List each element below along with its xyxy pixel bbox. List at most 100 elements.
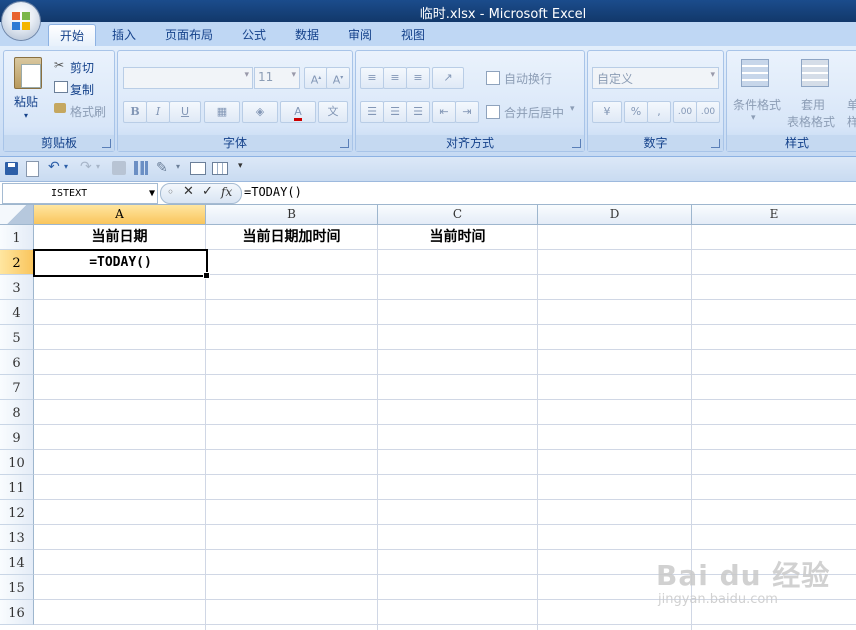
number-launcher-icon[interactable] xyxy=(711,139,720,148)
row-header-6[interactable]: 6 xyxy=(0,350,34,375)
chart-icon[interactable] xyxy=(134,161,148,175)
sort-icon[interactable] xyxy=(112,161,126,175)
row-header-4[interactable]: 4 xyxy=(0,300,34,325)
tab-view[interactable]: 视图 xyxy=(393,24,433,46)
customize-toolbar-icon[interactable]: ▾ xyxy=(238,161,243,171)
cell-b1[interactable]: 当前日期加时间 xyxy=(206,225,377,249)
comma-button[interactable]: , xyxy=(647,101,671,123)
expand-icon[interactable]: ◦ xyxy=(167,185,174,199)
column-header-d[interactable]: D xyxy=(538,205,692,225)
cancel-icon[interactable]: ✕ xyxy=(183,184,194,199)
row-header-11[interactable]: 11 xyxy=(0,475,34,500)
cut-button[interactable]: 剪切 xyxy=(70,59,94,76)
alignment-launcher-icon[interactable] xyxy=(572,139,581,148)
formula-input[interactable]: =TODAY() xyxy=(244,183,854,202)
undo-dropdown-icon[interactable]: ▾ xyxy=(64,162,68,171)
paste-icon[interactable] xyxy=(14,57,42,89)
row-header-1[interactable]: 1 xyxy=(0,225,34,250)
row-header-15[interactable]: 15 xyxy=(0,575,34,600)
table-format-button[interactable]: 表格格式 xyxy=(787,113,835,130)
align-left-button[interactable]: ☰ xyxy=(360,101,384,123)
chevron-down-icon[interactable]: ▾ xyxy=(176,162,180,171)
tab-formulas[interactable]: 公式 xyxy=(234,24,274,46)
grow-font-button[interactable]: A▴ xyxy=(304,67,328,89)
tab-page-layout[interactable]: 页面布局 xyxy=(158,24,220,46)
cut-icon[interactable]: ✂ xyxy=(54,58,64,72)
new-document-icon[interactable] xyxy=(26,161,39,177)
row-header-9[interactable]: 9 xyxy=(0,425,34,450)
row-header-16[interactable]: 16 xyxy=(0,600,34,625)
cell-styles-label-1[interactable]: 单 xyxy=(847,96,856,113)
merge-center-button[interactable]: 合并后居中 xyxy=(504,104,564,121)
accounting-format-button[interactable]: ¥ xyxy=(592,101,622,123)
number-format-select[interactable]: 自定义 ▾ xyxy=(592,67,719,89)
enter-icon[interactable]: ✓ xyxy=(202,184,213,199)
font-color-button[interactable]: A xyxy=(280,101,316,123)
redo-icon[interactable]: ↷ xyxy=(80,159,92,175)
fill-handle[interactable] xyxy=(203,272,210,279)
tab-home[interactable]: 开始 xyxy=(48,24,96,47)
copy-icon[interactable] xyxy=(54,81,68,93)
tab-insert[interactable]: 插入 xyxy=(104,24,144,46)
italic-button[interactable]: I xyxy=(146,101,170,123)
column-header-a[interactable]: A xyxy=(34,205,206,225)
row-header-3[interactable]: 3 xyxy=(0,275,34,300)
underline-button[interactable]: U xyxy=(169,101,201,123)
percent-button[interactable]: % xyxy=(624,101,648,123)
bold-button[interactable]: B xyxy=(123,101,147,123)
font-name-select[interactable]: ▾ xyxy=(123,67,253,89)
row-header-13[interactable]: 13 xyxy=(0,525,34,550)
wrap-text-button[interactable]: 自动换行 xyxy=(504,70,552,87)
active-cell-a2[interactable]: =TODAY() xyxy=(33,249,208,277)
increase-decimal-button[interactable]: .00 xyxy=(673,101,697,123)
chevron-down-icon[interactable]: ▾ xyxy=(570,104,575,114)
redo-dropdown-icon[interactable]: ▾ xyxy=(96,162,100,171)
shrink-font-button[interactable]: A▾ xyxy=(326,67,350,89)
tab-data[interactable]: 数据 xyxy=(287,24,327,46)
insert-function-button[interactable]: fx xyxy=(221,185,232,199)
decrease-decimal-button[interactable]: .00 xyxy=(696,101,720,123)
borders-button[interactable]: ▦ xyxy=(204,101,240,123)
format-painter-icon[interactable] xyxy=(54,103,66,113)
cell-c1[interactable]: 当前时间 xyxy=(378,225,537,249)
row-header-12[interactable]: 12 xyxy=(0,500,34,525)
edit-icon[interactable]: ✎ xyxy=(156,160,168,176)
save-icon[interactable] xyxy=(5,162,18,175)
fill-color-button[interactable]: ◈ xyxy=(242,101,278,123)
align-middle-button[interactable]: ≡ xyxy=(383,67,407,89)
cell-styles-label-2[interactable]: 样 xyxy=(847,113,856,130)
name-box[interactable]: ISTEXT ▼ xyxy=(2,183,158,204)
table-icon[interactable] xyxy=(212,162,228,175)
align-right-button[interactable]: ☰ xyxy=(406,101,430,123)
row-header-7[interactable]: 7 xyxy=(0,375,34,400)
align-top-button[interactable]: ≡ xyxy=(360,67,384,89)
form-icon[interactable] xyxy=(190,162,206,175)
phonetic-button[interactable]: 文 xyxy=(318,101,348,123)
office-button[interactable] xyxy=(2,2,40,40)
column-header-c[interactable]: C xyxy=(378,205,538,225)
tab-review[interactable]: 审阅 xyxy=(340,24,380,46)
row-header-8[interactable]: 8 xyxy=(0,400,34,425)
cell-a1[interactable]: 当前日期 xyxy=(34,225,205,249)
select-all-button[interactable] xyxy=(0,205,34,225)
font-size-select[interactable]: 11 ▾ xyxy=(254,67,300,89)
orientation-button[interactable]: ↗ xyxy=(432,67,464,89)
column-header-b[interactable]: B xyxy=(206,205,378,225)
row-header-10[interactable]: 10 xyxy=(0,450,34,475)
column-header-e[interactable]: E xyxy=(692,205,856,225)
align-center-button[interactable]: ☰ xyxy=(383,101,407,123)
decrease-indent-button[interactable]: ⇤ xyxy=(432,101,456,123)
row-header-14[interactable]: 14 xyxy=(0,550,34,575)
table-format-label-1[interactable]: 套用 xyxy=(801,96,825,113)
paste-button[interactable]: 粘贴 xyxy=(14,93,38,110)
copy-button[interactable]: 复制 xyxy=(70,81,94,98)
font-launcher-icon[interactable] xyxy=(340,139,349,148)
format-painter-button[interactable]: 格式刷 xyxy=(70,103,106,120)
clipboard-launcher-icon[interactable] xyxy=(102,139,111,148)
row-header-2[interactable]: 2 xyxy=(0,250,34,275)
increase-indent-button[interactable]: ⇥ xyxy=(455,101,479,123)
align-bottom-button[interactable]: ≡ xyxy=(406,67,430,89)
conditional-format-button[interactable]: 条件格式 xyxy=(733,96,781,113)
row-header-5[interactable]: 5 xyxy=(0,325,34,350)
undo-icon[interactable]: ↶ xyxy=(48,159,60,175)
